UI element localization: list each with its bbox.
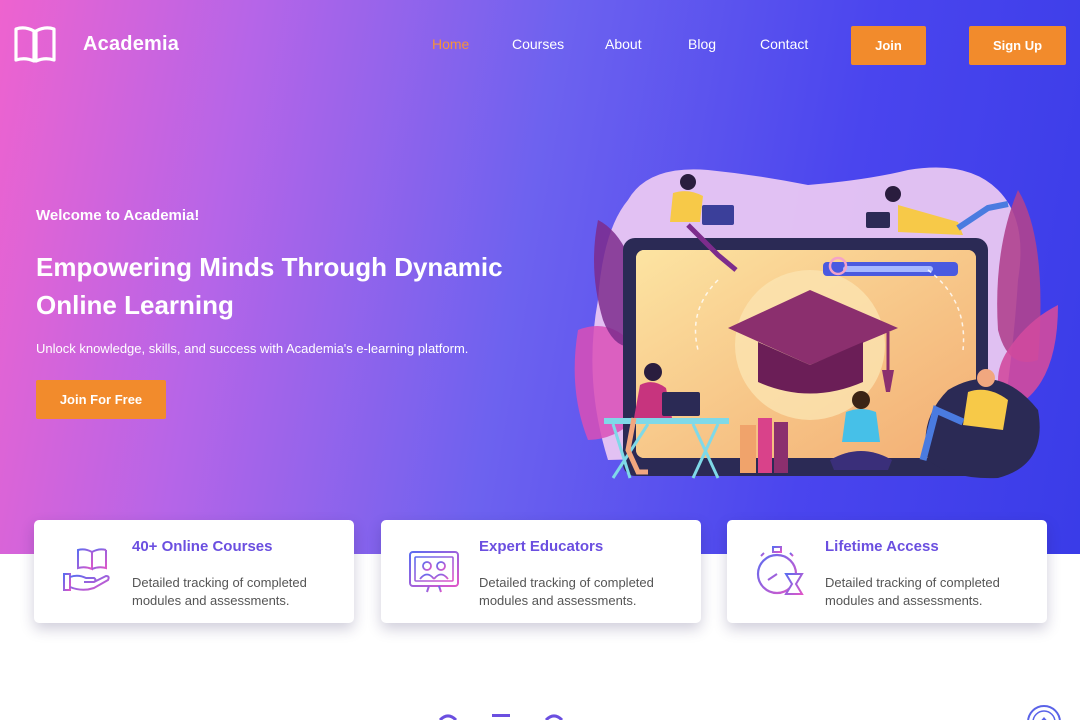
hand-book-icon <box>63 548 110 591</box>
nav-courses[interactable]: Courses <box>512 36 564 52</box>
feature-card-courses: 40+ Online Courses Detailed tracking of … <box>34 520 354 623</box>
feature-card-educators: Expert Educators Detailed tracking of co… <box>381 520 701 623</box>
section-heading-cropped <box>438 714 564 720</box>
stopwatch-hourglass-icon <box>756 546 804 595</box>
nav-about[interactable]: About <box>605 36 642 52</box>
join-for-free-button[interactable]: Join For Free <box>36 380 166 419</box>
join-button[interactable]: Join <box>851 26 926 65</box>
nav-contact[interactable]: Contact <box>760 36 808 52</box>
hero-subline: Unlock knowledge, skills, and success wi… <box>36 341 469 356</box>
nav-blog[interactable]: Blog <box>688 36 716 52</box>
online-learning-illustration <box>574 167 1058 479</box>
arrow-up-icon[interactable] <box>1026 704 1062 720</box>
welcome-text: Welcome to Academia! <box>36 207 200 224</box>
nav-home[interactable]: Home <box>432 36 469 52</box>
hero-headline: Empowering Minds Through Dynamic Online … <box>36 252 503 320</box>
feature-description: Detailed tracking of completed modules a… <box>132 575 307 608</box>
video-class-icon <box>409 551 459 593</box>
top-navigation: Academia Home Courses About Blog Contact… <box>0 0 1080 90</box>
feature-card-lifetime-access: Lifetime Access Detailed tracking of com… <box>727 520 1047 623</box>
feature-description: Detailed tracking of completed modules a… <box>479 575 654 608</box>
feature-title: Lifetime Access <box>825 538 939 555</box>
hero-section: Academia Home Courses About Blog Contact… <box>0 0 1080 554</box>
feature-description: Detailed tracking of completed modules a… <box>825 575 1000 608</box>
sign-up-button[interactable]: Sign Up <box>969 26 1066 65</box>
feature-title: 40+ Online Courses <box>132 538 273 555</box>
feature-title: Expert Educators <box>479 538 604 555</box>
